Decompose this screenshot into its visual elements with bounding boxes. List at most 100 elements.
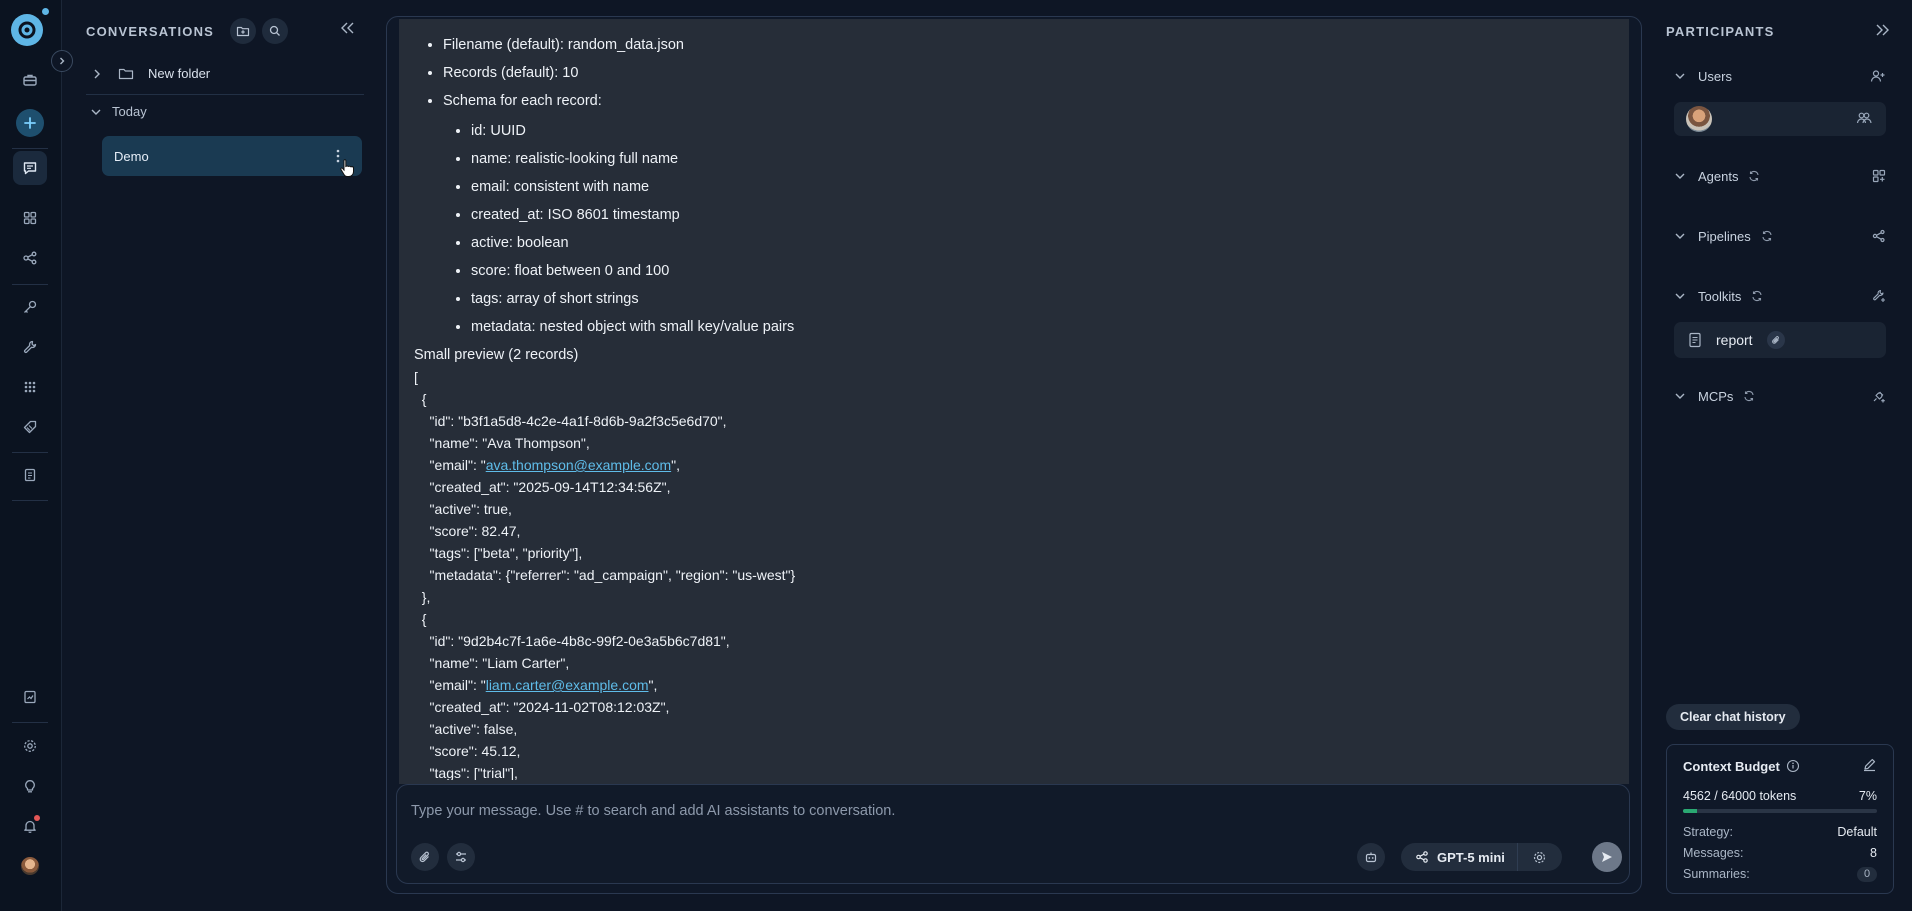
refresh-icon[interactable] xyxy=(1751,290,1763,302)
folder-plus-icon xyxy=(236,26,250,37)
nav-profile[interactable] xyxy=(13,849,47,883)
code-line: }, xyxy=(414,589,431,605)
message-composer: GPT-5 mini xyxy=(396,784,1630,884)
rail-divider xyxy=(12,500,48,501)
document-icon xyxy=(24,468,36,482)
model-selector-button[interactable]: GPT-5 mini xyxy=(1401,843,1518,871)
new-conversation-button[interactable] xyxy=(16,109,44,137)
app-logo[interactable] xyxy=(11,14,43,46)
grid-plus-icon xyxy=(1872,169,1886,183)
rail-divider xyxy=(12,452,48,453)
add-user-button[interactable] xyxy=(1870,69,1886,83)
refresh-icon[interactable] xyxy=(1761,230,1773,242)
code-text: "email": " xyxy=(414,677,486,693)
nav-toolkits[interactable] xyxy=(13,330,47,364)
section-agents[interactable]: Agents xyxy=(1674,165,1894,187)
email-link[interactable]: liam.carter@example.com xyxy=(486,677,649,693)
divider xyxy=(86,94,364,95)
code-line: "name": "Ava Thompson", xyxy=(414,435,590,451)
avatar xyxy=(1686,106,1712,132)
folder-icon xyxy=(118,68,134,79)
chevron-down-icon xyxy=(91,109,101,115)
section-toolkits[interactable]: Toolkits xyxy=(1674,285,1894,307)
nav-agents[interactable] xyxy=(13,201,47,235)
stat-label: Summaries: xyxy=(1683,867,1750,881)
plus-icon xyxy=(24,117,36,129)
document-icon xyxy=(1689,332,1701,348)
assistant-button[interactable] xyxy=(1357,843,1385,871)
collapse-conversations-button[interactable] xyxy=(338,20,356,36)
tag-icon xyxy=(23,420,37,434)
info-icon[interactable] xyxy=(1786,759,1800,773)
chevrons-right-icon xyxy=(1876,24,1889,36)
robot-icon xyxy=(1365,852,1377,863)
section-users[interactable]: Users xyxy=(1674,65,1894,87)
participants-panel: PARTICIPANTS Users Agents Pipelines Tool… xyxy=(1656,0,1912,911)
add-pipeline-button[interactable] xyxy=(1872,229,1886,243)
nav-credentials[interactable] xyxy=(13,290,47,324)
nav-chat[interactable] xyxy=(13,151,47,185)
section-label: Toolkits xyxy=(1698,288,1742,304)
nav-artifacts[interactable] xyxy=(13,458,47,492)
paperclip-icon xyxy=(1771,336,1779,344)
chevron-down-icon xyxy=(1675,233,1685,239)
new-folder-button[interactable] xyxy=(230,18,257,44)
clear-chat-history-button[interactable]: Clear chat history xyxy=(1666,704,1800,730)
model-settings-button[interactable] xyxy=(1518,843,1562,871)
add-mcp-button[interactable] xyxy=(1872,389,1886,403)
folder-item[interactable]: New folder xyxy=(92,66,210,81)
section-label: Users xyxy=(1698,68,1732,84)
group-today[interactable]: Today xyxy=(90,104,147,119)
list-item: Filename (default): random_data.json xyxy=(443,31,1613,59)
user-plus-icon xyxy=(1870,70,1885,82)
users-icon[interactable] xyxy=(1856,111,1872,125)
section-mcps[interactable]: MCPs xyxy=(1674,385,1894,407)
stat-label: Messages: xyxy=(1683,846,1744,860)
nav-apps[interactable] xyxy=(13,370,47,404)
add-agent-button[interactable] xyxy=(1872,169,1886,183)
refresh-icon[interactable] xyxy=(1748,170,1760,182)
collapse-participants-button[interactable] xyxy=(1874,22,1892,38)
search-icon xyxy=(269,25,281,36)
edit-budget-button[interactable] xyxy=(1862,757,1877,772)
code-line: "tags": ["beta", "priority"], xyxy=(414,545,583,561)
stat-strategy: Strategy: Default xyxy=(1683,825,1877,840)
conversation-item[interactable]: Demo xyxy=(102,136,362,177)
expand-rail-button[interactable] xyxy=(51,50,73,72)
attach-button[interactable] xyxy=(411,843,439,871)
nav-ideas[interactable] xyxy=(13,769,47,803)
send-button[interactable] xyxy=(1592,842,1622,872)
message-input[interactable] xyxy=(411,799,1611,823)
email-link[interactable]: ava.thompson@example.com xyxy=(486,457,671,473)
search-conversations-button[interactable] xyxy=(262,18,289,44)
nav-tags[interactable] xyxy=(13,410,47,444)
add-toolkit-button[interactable] xyxy=(1872,289,1886,303)
chat-icon xyxy=(23,162,37,175)
chevrons-left-icon xyxy=(341,22,354,34)
section-label: Pipelines xyxy=(1698,228,1751,244)
code-line: "active": false, xyxy=(414,721,518,737)
code-line: { xyxy=(414,611,427,627)
rail-divider xyxy=(12,722,48,723)
budget-progress-fill xyxy=(1683,809,1697,813)
nav-reports[interactable] xyxy=(13,680,47,714)
nav-notifications[interactable] xyxy=(13,809,47,843)
user-card[interactable] xyxy=(1674,102,1886,136)
stat-label: Strategy: xyxy=(1683,825,1734,839)
report-icon xyxy=(24,690,36,704)
conversations-header: CONVERSATIONS xyxy=(86,18,289,44)
options-button[interactable] xyxy=(447,843,475,871)
chevron-right-icon xyxy=(60,57,65,65)
wrench-icon xyxy=(23,340,37,354)
refresh-icon[interactable] xyxy=(1743,390,1755,402)
budget-header: Context Budget xyxy=(1683,757,1877,775)
token-count: 4562 / 64000 tokens xyxy=(1683,789,1797,803)
nav-pipelines[interactable] xyxy=(13,241,47,275)
nav-workspace[interactable] xyxy=(13,63,47,97)
code-text: "email": " xyxy=(414,457,486,473)
stat-summaries: Summaries: 0 xyxy=(1683,867,1877,882)
section-pipelines[interactable]: Pipelines xyxy=(1674,225,1894,247)
toolkit-item[interactable]: report xyxy=(1674,322,1886,358)
nav-settings[interactable] xyxy=(13,729,47,763)
share-nodes-icon xyxy=(1416,851,1428,863)
